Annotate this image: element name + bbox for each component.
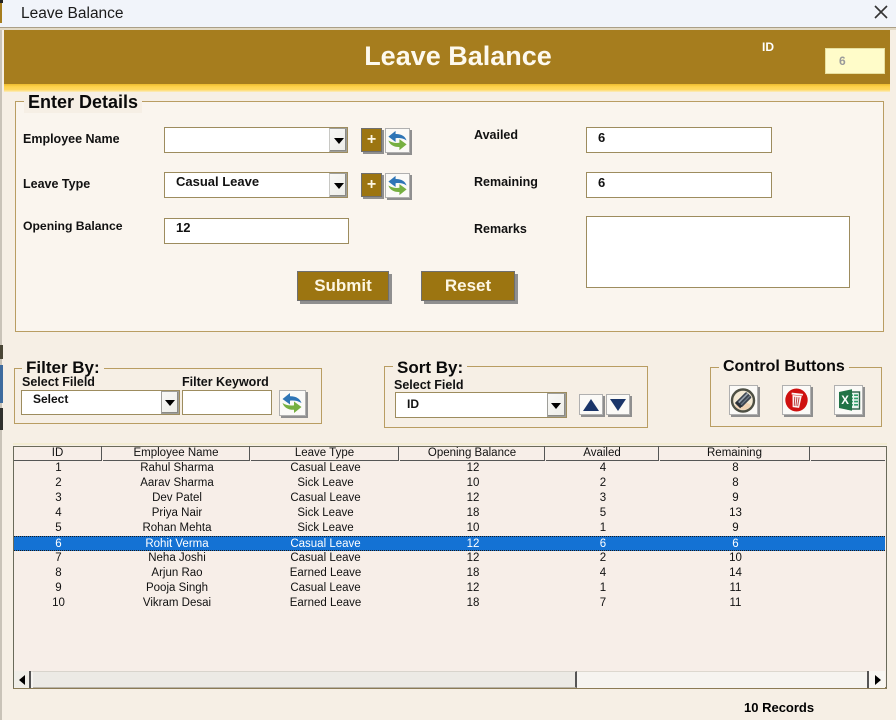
svg-text:X: X: [841, 395, 849, 407]
